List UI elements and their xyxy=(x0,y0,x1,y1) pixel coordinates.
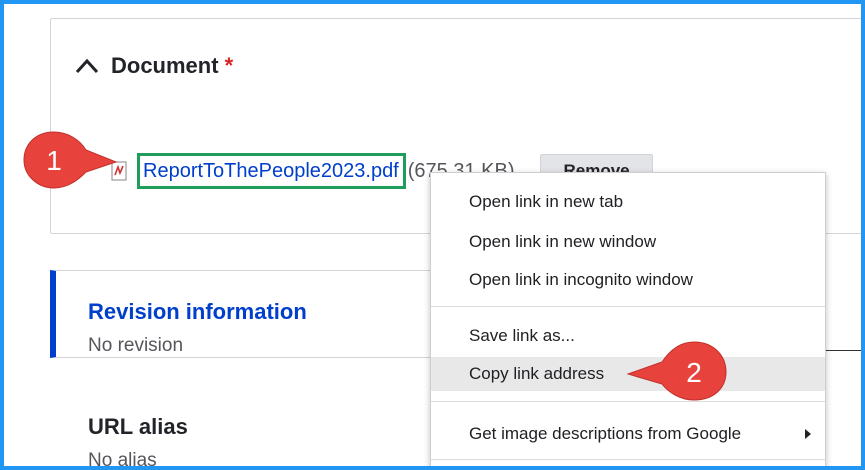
callout-2-number: 2 xyxy=(686,357,702,388)
revision-information-section[interactable]: Revision information No revision xyxy=(50,270,437,358)
url-alias-title: URL alias xyxy=(88,414,188,439)
url-alias-value: No alias xyxy=(88,450,157,466)
document-section-header[interactable]: Document * xyxy=(73,53,233,79)
url-alias-section[interactable]: URL alias No alias xyxy=(50,364,436,466)
submenu-arrow-icon xyxy=(805,429,811,439)
page: Document * ReportToThePeople2023.pdf (67… xyxy=(4,4,861,466)
callout-2-marker: 2 xyxy=(626,341,727,401)
context-menu: Open link in new tab Open link in new wi… xyxy=(430,172,826,466)
document-heading: Document xyxy=(111,53,219,78)
menu-separator xyxy=(431,306,825,307)
menu-item-image-descriptions[interactable]: Get image descriptions from Google xyxy=(431,417,825,451)
callout-1-number: 1 xyxy=(46,145,62,176)
menu-item-open-new-tab[interactable]: Open link in new tab xyxy=(431,185,825,219)
menu-item-open-new-window[interactable]: Open link in new window xyxy=(431,225,825,259)
chevron-up-icon xyxy=(75,58,99,74)
menu-item-open-incognito[interactable]: Open link in incognito window xyxy=(431,263,825,297)
file-link[interactable]: ReportToThePeople2023.pdf xyxy=(137,153,406,189)
menu-separator xyxy=(431,459,825,460)
callout-1-marker: 1 xyxy=(23,131,118,189)
revision-information-title: Revision information xyxy=(88,299,307,324)
required-marker: * xyxy=(224,53,234,78)
revision-value: No revision xyxy=(88,335,184,356)
menu-item-image-descriptions-label: Get image descriptions from Google xyxy=(469,424,742,443)
